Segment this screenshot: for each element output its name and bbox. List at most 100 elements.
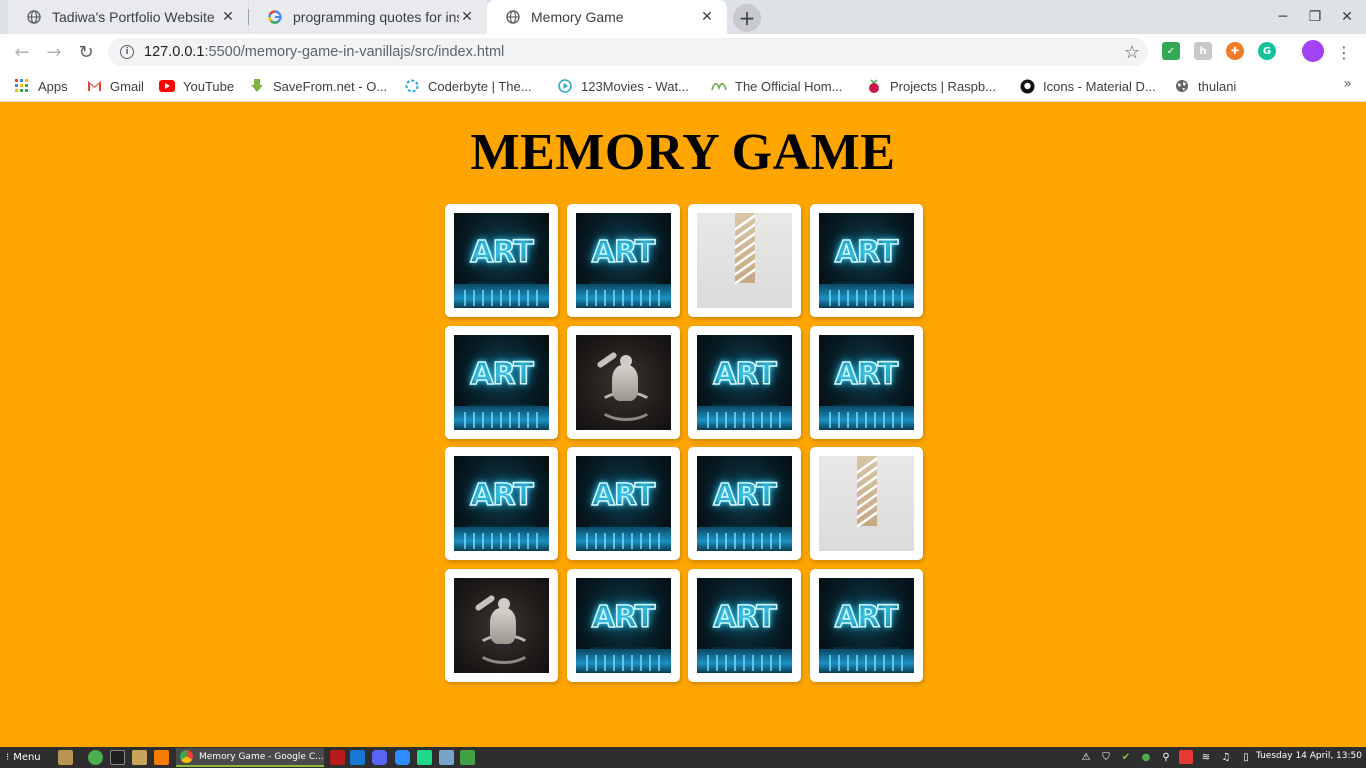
memory-card[interactable]: ART [809,568,923,682]
zoom-icon[interactable] [395,750,410,765]
app-icon[interactable] [439,750,454,765]
window-title: Memory Game - Google C... [199,751,324,762]
tab-memory-game[interactable]: Memory Game ✕ [487,0,727,34]
attachment-icon[interactable]: ⚲ [1159,750,1173,764]
bookmark-raspberry[interactable]: Projects | Raspb... [866,76,996,96]
star-icon[interactable]: ☆ [1124,42,1140,63]
page-content: MEMORY GAME ART ART ART ART ART ART ART ART ART A… [0,103,1366,747]
menu-label: Menu [13,752,41,763]
bookmark-coderbyte[interactable]: Coderbyte | The... [404,76,532,96]
app-tray-icon[interactable] [1179,750,1193,764]
memory-card[interactable]: ART [688,325,801,439]
close-icon[interactable]: ✕ [699,9,715,25]
battery-icon[interactable]: ▯ [1239,750,1253,764]
reload-icon: ↻ [78,41,94,63]
folder-icon[interactable] [132,750,147,765]
memory-card[interactable] [809,447,923,560]
bookmark-label: thulani [1198,78,1237,94]
calculator-icon[interactable] [460,750,475,765]
bookmark-123movies[interactable]: 123Movies - Wat... [557,76,689,96]
files-icon[interactable] [58,750,73,765]
bookmark-youtube[interactable]: YouTube [159,76,234,96]
bookmark-label: YouTube [183,78,235,94]
art-neon-image: ART [818,213,914,308]
art-neon-image: ART [818,334,914,430]
arrow-left-icon: ← [14,41,30,63]
minimize-button[interactable]: ─ [1272,6,1294,28]
extension-icon[interactable]: h [1194,42,1212,60]
memory-card[interactable]: ART [566,447,680,560]
close-icon: ✕ [1341,9,1353,25]
bookmark-gmail[interactable]: Gmail [86,76,144,96]
bookmark-label: 123Movies - Wat... [581,78,689,94]
art-neon-image: ART [454,334,549,430]
close-window-button[interactable]: ✕ [1336,6,1358,28]
bookmark-savefrom[interactable]: SaveFrom.net - O... [249,76,387,96]
update-icon[interactable]: ● [1139,750,1153,764]
memory-card[interactable]: ART [445,325,558,439]
wifi-icon[interactable]: ≋ [1199,750,1213,764]
new-tab-button[interactable]: + [733,4,761,32]
memory-card[interactable]: ART [688,568,801,682]
app-icon[interactable] [330,750,345,765]
check-icon[interactable]: ✔ [1119,750,1133,764]
gmail-icon [86,78,102,94]
browser-toolbar: ← → ↻ i 127.0.0.1:5500/memory-game-in-va… [0,34,1366,70]
restore-button[interactable]: ❐ [1304,6,1326,28]
memory-card[interactable]: ART [809,204,923,317]
music-icon[interactable]: ♫ [1219,750,1233,764]
forward-button[interactable]: → [42,40,66,64]
close-icon[interactable]: ✕ [220,9,236,25]
clock[interactable]: Tuesday 14 April, 13:50 [1256,751,1362,761]
memory-card[interactable]: ART [809,325,923,439]
start-menu-button[interactable]: ⁝ Menu [6,750,41,765]
bookmark-official-home[interactable]: The Official Hom... [711,76,842,96]
grammarly-icon[interactable]: G [1258,42,1276,60]
apps-grid-icon [14,78,30,94]
memory-card[interactable]: ART [566,204,680,317]
bookmarks-bar: Apps Gmail YouTube SaveFrom.net - O... C… [0,70,1366,102]
memory-card[interactable]: ART [445,204,558,317]
official-home-icon [711,78,727,94]
bookmark-label: Gmail [110,78,144,94]
bookmark-thulani[interactable]: thulani [1174,76,1236,96]
back-button[interactable]: ← [10,40,34,64]
memory-card[interactable] [566,325,680,439]
tab-portfolio[interactable]: Tadiwa's Portfolio Website ✕ [8,0,248,34]
media-player-icon[interactable] [154,750,169,765]
more-vert-icon: ⋮ [1336,42,1352,62]
tab-programming-quotes[interactable]: programming quotes for insp ✕ [249,0,487,34]
art-neon-image: ART [697,334,792,430]
bookmark-apps[interactable]: Apps [14,76,68,96]
pycharm-icon[interactable] [417,750,432,765]
warning-icon[interactable]: ⚠ [1079,750,1093,764]
shield-extension-icon[interactable]: ✓ [1162,42,1180,60]
bookmark-material-icons[interactable]: Icons - Material D... [1019,76,1156,96]
art-neon-image: ART [575,577,671,673]
chrome-menu-button[interactable]: ⋮ [1334,40,1354,64]
memory-card[interactable] [688,204,801,317]
avatar[interactable] [1302,40,1324,62]
settings-icon[interactable] [88,750,103,765]
chevron-double-right-icon[interactable]: » [1343,76,1352,92]
card-grid: ART ART ART ART ART ART ART ART ART ART ART ART [445,204,925,682]
lifebuoy-extension-icon[interactable]: ✚ [1226,42,1244,60]
memory-card[interactable] [445,568,558,682]
reload-button[interactable]: ↻ [74,40,98,64]
art-neon-image: ART [818,577,914,673]
memory-card[interactable]: ART [688,447,801,560]
terminal-icon[interactable] [110,750,125,765]
memory-card[interactable]: ART [445,447,558,560]
statue-image [454,577,549,673]
vscode-icon[interactable] [350,750,365,765]
url-path: :5500/memory-game-in-vanillajs/src/index… [204,44,505,60]
discord-icon[interactable] [372,750,387,765]
address-bar[interactable]: i 127.0.0.1:5500/memory-game-in-vanillaj… [108,38,1148,66]
taskbar-window-chrome[interactable]: Memory Game - Google C... [176,748,324,767]
close-icon[interactable]: ✕ [459,9,475,25]
art-neon-image: ART [697,577,792,673]
savefrom-icon [249,78,265,94]
shield-icon[interactable]: ⛉ [1099,750,1113,764]
memory-card[interactable]: ART [566,568,680,682]
info-icon[interactable]: i [120,45,134,59]
